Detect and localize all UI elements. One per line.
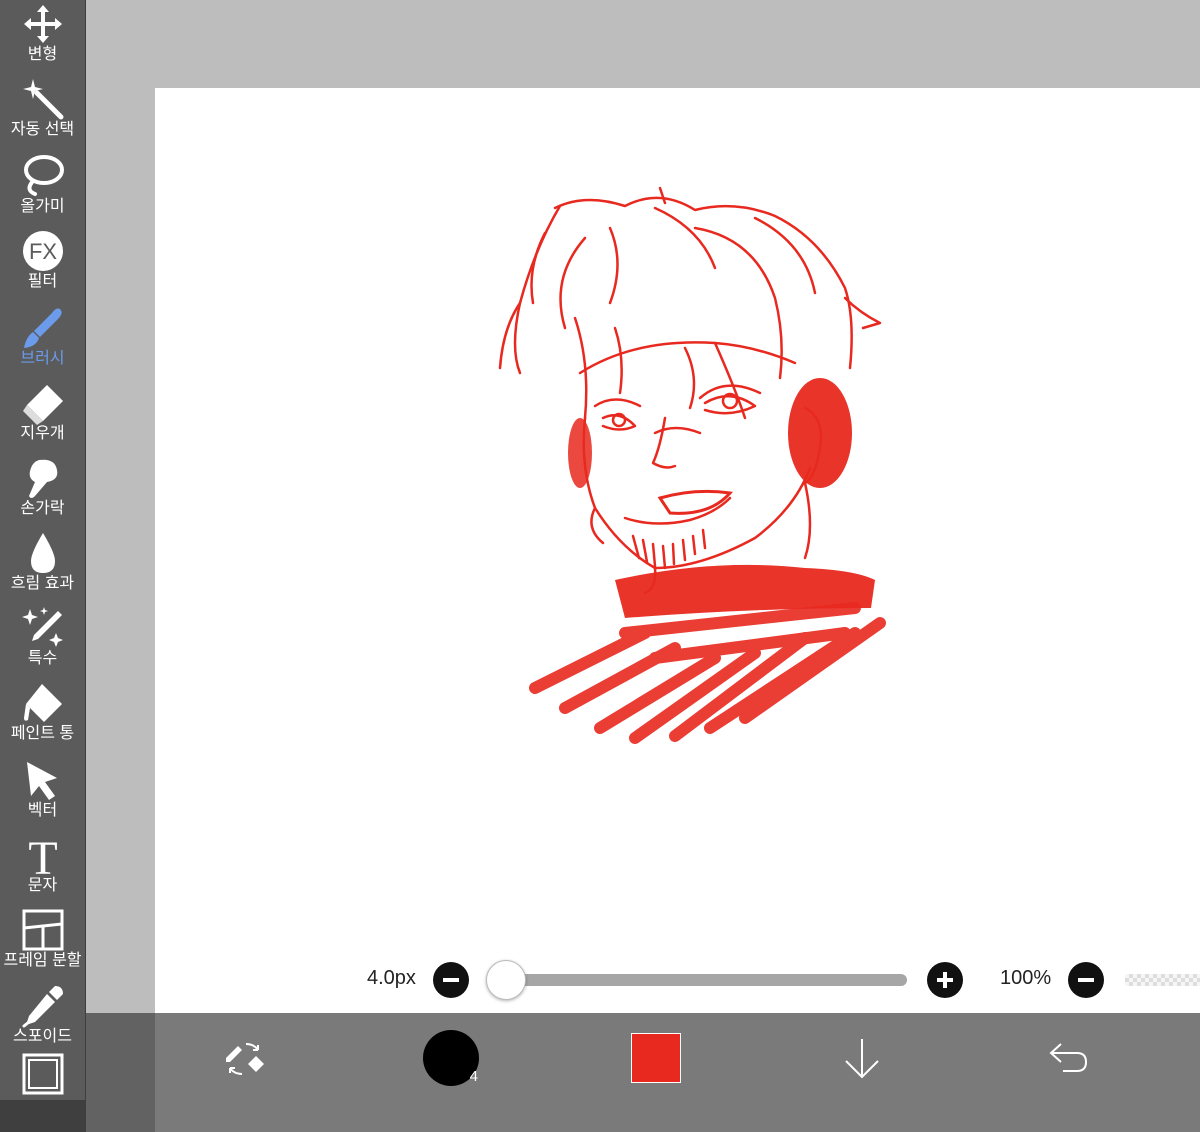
size-decrease-button[interactable]: [433, 962, 469, 998]
tool-eraser[interactable]: 지우개: [0, 374, 85, 449]
minus-icon: [443, 978, 459, 982]
move-arrows-icon: [20, 2, 66, 46]
brush-preview-button[interactable]: 4: [423, 1030, 479, 1086]
brush-size-controls: 4.0px 100%: [155, 955, 1200, 1005]
left-toolbar: 변형 자동 선택 올가미 FX 필터 브러시 지우개 손가락 흐림 효과 특수 …: [0, 0, 86, 1132]
special-sparkle-pen-icon: [20, 606, 66, 650]
tool-label: 올가미: [20, 198, 65, 215]
brush-size-value: 4.0px: [367, 967, 416, 989]
undo-button[interactable]: [1045, 1038, 1091, 1078]
lasso-icon: [20, 154, 66, 198]
tool-frame-split[interactable]: 프레임 분할: [0, 901, 85, 976]
tool-eyedropper[interactable]: 스포이드: [0, 976, 85, 1052]
minus-icon: [1078, 978, 1094, 982]
plus-icon: [937, 972, 953, 988]
fx-filter-icon: FX: [20, 229, 66, 273]
bottom-action-bar: 4: [155, 1013, 1200, 1132]
frame-split-icon: [20, 908, 66, 952]
svg-text:FX: FX: [28, 239, 56, 264]
size-slider-thumb[interactable]: [486, 960, 526, 1000]
opacity-slider-track[interactable]: [1125, 974, 1200, 986]
tool-smudge[interactable]: 손가락: [0, 449, 85, 524]
vector-cursor-icon: [20, 758, 66, 802]
tool-label: 스포이드: [13, 1028, 72, 1045]
tool-paint-bucket[interactable]: 페인트 통: [0, 674, 85, 749]
smudge-finger-icon: [20, 456, 66, 500]
magic-wand-icon: [20, 77, 66, 121]
drawing-canvas[interactable]: [155, 88, 1200, 1013]
layer-down-button[interactable]: [839, 1033, 885, 1083]
bottom-bar-left-panel: [86, 1013, 155, 1132]
tool-label: 문자: [27, 877, 58, 894]
tool-label: 변형: [27, 46, 58, 63]
size-increase-button[interactable]: [927, 962, 963, 998]
tool-canvas[interactable]: [0, 1052, 85, 1100]
tool-transform[interactable]: 변형: [0, 0, 85, 70]
paint-bucket-icon: [20, 681, 66, 725]
tool-label: 손가락: [20, 500, 65, 517]
eraser-icon: [20, 381, 66, 425]
toolbar-footer: [0, 1100, 85, 1132]
tool-blur[interactable]: 흐림 효과: [0, 524, 85, 599]
svg-text:T: T: [28, 832, 57, 878]
swap-tools-icon: [226, 1043, 264, 1075]
tool-vector[interactable]: 벡터: [0, 749, 85, 826]
undo-arrow-icon: [1049, 1043, 1088, 1072]
tool-auto-select[interactable]: 자동 선택: [0, 70, 85, 145]
tool-brush[interactable]: 브러시: [0, 297, 85, 374]
opacity-decrease-button[interactable]: [1068, 962, 1104, 998]
tool-label: 지우개: [20, 425, 65, 442]
swap-brush-eraser-button[interactable]: [221, 1037, 269, 1081]
tool-label: 특수: [27, 650, 58, 667]
tool-label: 흐림 효과: [10, 575, 75, 592]
tool-label: 벡터: [27, 802, 58, 819]
eyedropper-icon: [20, 984, 66, 1028]
tool-text[interactable]: T 문자: [0, 826, 85, 901]
text-t-icon: T: [20, 832, 66, 878]
brush-size-number: 4: [469, 1068, 478, 1085]
blur-drop-icon: [20, 531, 66, 575]
size-slider-track[interactable]: [507, 974, 907, 986]
opacity-value: 100%: [1000, 967, 1052, 989]
brush-icon: [20, 306, 66, 350]
tool-label: 자동 선택: [10, 121, 75, 138]
color-picker-button[interactable]: [631, 1033, 681, 1083]
tool-filter[interactable]: FX 필터: [0, 222, 85, 297]
tool-special[interactable]: 특수: [0, 599, 85, 674]
tool-label: 프레임 분할: [3, 952, 82, 969]
tool-label: 페인트 통: [10, 725, 75, 742]
arrow-down-icon: [845, 1039, 879, 1079]
tool-lasso[interactable]: 올가미: [0, 145, 85, 222]
canvas-frame-icon: [20, 1052, 66, 1096]
tool-label: 브러시: [20, 350, 65, 367]
tool-label: 필터: [27, 273, 58, 290]
sketch-artwork: [498, 186, 886, 744]
